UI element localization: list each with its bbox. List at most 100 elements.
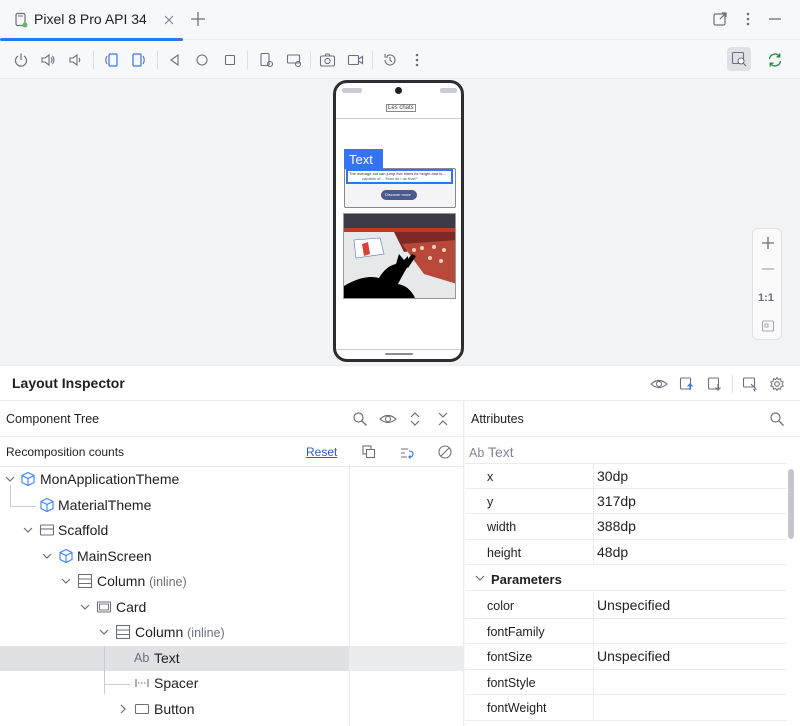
parameter-row[interactable]: fontStyle	[465, 669, 787, 695]
selected-text-highlight[interactable]: The average cat can jump five times its …	[346, 169, 453, 184]
chevron-down-icon[interactable]	[474, 572, 486, 584]
more-vert-icon[interactable]	[739, 10, 757, 28]
visibility-options-icon[interactable]	[650, 375, 668, 393]
header-separator	[732, 375, 733, 393]
recomposition-counts-row: Recomposition counts Reset	[0, 437, 464, 467]
card-text-2: capable of... 'How do I do that?'	[362, 176, 418, 181]
reset-link[interactable]: Reset	[306, 445, 337, 459]
zoom-controls: 1:1	[752, 228, 782, 340]
power-icon[interactable]	[12, 51, 30, 69]
chevron-down-icon[interactable]	[4, 473, 16, 485]
column-icon	[115, 624, 131, 640]
load-snapshot-icon[interactable]	[706, 375, 724, 393]
attribute-row[interactable]: width 388dp	[465, 514, 787, 540]
collapse-all-icon[interactable]	[434, 410, 452, 428]
toolbar-more-icon[interactable]	[408, 51, 426, 69]
toolbar-separator	[157, 51, 158, 69]
tree-row[interactable]: MainScreen	[0, 544, 464, 570]
skip-counts-icon[interactable]	[436, 443, 454, 461]
attributes-header: Attributes	[465, 401, 800, 437]
tree-node-label: Column (inline)	[135, 624, 225, 640]
select-component-icon[interactable]	[741, 375, 759, 393]
device-settings-icon[interactable]	[285, 51, 303, 69]
attributes-scrollbar[interactable]	[788, 469, 794, 539]
zoom-actual-size-button[interactable]: 1:1	[758, 292, 774, 304]
selected-component: Ab Text	[469, 444, 514, 460]
layout-inspector-toggle[interactable]	[727, 47, 751, 71]
attribute-value: 30dp	[597, 468, 629, 484]
parameter-row[interactable]: fontFamily	[465, 618, 787, 644]
selected-type-icon: Ab	[469, 446, 485, 460]
gesture-handle	[385, 353, 413, 355]
volume-down-icon[interactable]	[66, 51, 84, 69]
text-overlay-label: Text	[349, 152, 373, 167]
rotate-right-icon[interactable]	[130, 51, 148, 69]
attribute-row[interactable]: y 317dp	[465, 488, 787, 514]
tree-row[interactable]: Spacer	[0, 646, 464, 697]
tree-row[interactable]: MonApplicationTheme	[0, 467, 464, 493]
filter-visibility-icon[interactable]	[379, 410, 397, 428]
tree-row[interactable]: Card	[0, 595, 464, 621]
export-snapshot-icon[interactable]	[678, 375, 696, 393]
compose-cube-icon	[58, 548, 74, 564]
overview-icon[interactable]	[221, 51, 239, 69]
parameter-row[interactable]: color Unspecified	[465, 593, 787, 619]
chevron-right-icon[interactable]	[117, 703, 129, 715]
parameter-key: color	[487, 599, 515, 613]
parameters-group-header[interactable]: Parameters	[465, 565, 787, 591]
add-tab-icon[interactable]	[189, 10, 207, 28]
fold-settings-icon[interactable]	[257, 51, 275, 69]
settings-gear-icon[interactable]	[768, 375, 786, 393]
volume-up-icon[interactable]	[39, 51, 57, 69]
zoom-in-icon[interactable]	[759, 234, 777, 252]
tree-row-selected[interactable]: Ab Text	[0, 645, 464, 671]
tree-row[interactable]: Scaffold	[0, 518, 464, 544]
tree-node-label: Scaffold	[58, 522, 109, 538]
recomposition-counts-icon[interactable]	[360, 443, 378, 461]
external-window-icon[interactable]	[711, 10, 729, 28]
tree-row[interactable]: MaterialTheme	[0, 484, 464, 519]
attributes-panel: Attributes Ab Text x 30dp y 317dp width …	[465, 401, 800, 726]
zoom-fit-icon[interactable]	[759, 317, 777, 335]
attribute-search-icon[interactable]	[768, 410, 786, 428]
tab-pixel-8-pro[interactable]: Pixel 8 Pro API 34	[0, 0, 183, 41]
home-icon[interactable]	[193, 51, 211, 69]
sync-icon[interactable]	[766, 51, 784, 69]
tree-row[interactable]: Column (inline)	[0, 620, 464, 646]
count-cell	[349, 645, 464, 671]
column-divider	[593, 593, 594, 619]
chevron-down-icon[interactable]	[79, 601, 91, 613]
screen-record-icon[interactable]	[346, 51, 364, 69]
search-icon[interactable]	[351, 410, 369, 428]
parameter-row[interactable]: fontSize Unspecified	[465, 644, 787, 670]
rotate-left-icon[interactable]	[102, 51, 120, 69]
card-button[interactable]: Discover more	[381, 190, 417, 200]
attribute-row[interactable]: height 48dp	[465, 539, 787, 565]
selected-component-name: Text	[487, 444, 514, 460]
tree-row[interactable]: Button	[0, 683, 464, 723]
zoom-out-icon[interactable]	[759, 260, 777, 278]
back-icon[interactable]	[166, 51, 184, 69]
component-tree-panel: Component Tree Recomposition counts Rese…	[0, 401, 464, 726]
chevron-down-icon[interactable]	[22, 524, 34, 536]
layout-inspector-title: Layout Inspector	[12, 375, 125, 391]
attribute-key: y	[487, 494, 494, 509]
parameter-row[interactable]: fontWeight	[465, 695, 787, 721]
tree-node-label: MonApplicationTheme	[40, 471, 180, 487]
attribute-row[interactable]: x 30dp	[465, 463, 787, 490]
expand-all-icon[interactable]	[406, 410, 424, 428]
tree-guide	[104, 646, 105, 684]
chevron-down-icon[interactable]	[98, 626, 110, 638]
attribute-value: 48dp	[597, 543, 629, 560]
parameter-key: fontFamily	[487, 624, 545, 639]
chevron-down-icon[interactable]	[41, 550, 53, 562]
chevron-down-icon[interactable]	[60, 575, 72, 587]
close-icon[interactable]	[160, 11, 178, 29]
column-divider	[593, 488, 594, 514]
tree-row[interactable]: Column (inline)	[0, 569, 464, 595]
camera-icon[interactable]	[318, 51, 336, 69]
highlight-recomposition-icon[interactable]	[398, 443, 416, 461]
toolbar-separator	[93, 51, 94, 69]
snapshot-icon[interactable]	[381, 51, 399, 69]
minimize-icon[interactable]	[766, 10, 784, 28]
